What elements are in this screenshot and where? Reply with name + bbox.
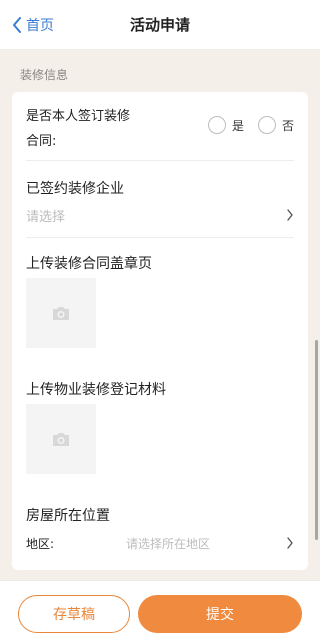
radio-no-label: 否 bbox=[281, 118, 294, 133]
back-label: 首页 bbox=[26, 18, 54, 34]
radio-circle-icon bbox=[207, 116, 226, 134]
location-title: 房屋所在位置 bbox=[26, 508, 110, 524]
bottom-action-bar: 存草稿 提交 bbox=[0, 580, 320, 641]
form-card: 是否本人签订装修合同: 是 否 已签约装修企业 请选择 上传装修合同盖章页 上传… bbox=[12, 92, 308, 570]
region-select[interactable]: 地区: 请选择所在地区 bbox=[26, 532, 294, 554]
save-draft-button[interactable]: 存草稿 bbox=[18, 595, 130, 633]
property-upload-title: 上传物业装修登记材料 bbox=[26, 382, 166, 398]
radio-circle-icon bbox=[257, 116, 276, 134]
radio-yes-label: 是 bbox=[231, 118, 244, 133]
company-field-title: 已签约装修企业 bbox=[26, 181, 124, 197]
company-select[interactable]: 请选择 bbox=[26, 200, 294, 230]
company-placeholder: 请选择 bbox=[26, 209, 66, 225]
contract-upload-title: 上传装修合同盖章页 bbox=[26, 256, 152, 272]
property-upload-box[interactable] bbox=[26, 404, 96, 474]
radio-yes[interactable]: 是 bbox=[207, 116, 244, 134]
self-signed-label: 是否本人签订装修合同: bbox=[26, 109, 131, 149]
top-nav-bar: 首页 活动申请 bbox=[0, 0, 320, 50]
submit-button[interactable]: 提交 bbox=[138, 595, 302, 633]
region-placeholder: 请选择所在地区 bbox=[126, 536, 211, 551]
chevron-right-icon bbox=[287, 537, 293, 549]
scrollbar[interactable] bbox=[315, 340, 318, 540]
divider bbox=[26, 237, 294, 238]
divider bbox=[26, 160, 294, 161]
chevron-right-icon bbox=[287, 209, 293, 221]
contract-upload-box[interactable] bbox=[26, 278, 96, 348]
section-label: 装修信息 bbox=[20, 68, 69, 82]
self-signed-radio-group: 是 否 bbox=[207, 116, 294, 134]
radio-no[interactable]: 否 bbox=[257, 116, 294, 134]
region-label: 地区: bbox=[26, 536, 55, 551]
chevron-left-icon bbox=[13, 17, 21, 33]
back-button[interactable]: 首页 bbox=[12, 0, 54, 50]
camera-icon bbox=[53, 307, 69, 320]
camera-icon bbox=[53, 433, 69, 446]
page-title: 活动申请 bbox=[129, 16, 190, 34]
